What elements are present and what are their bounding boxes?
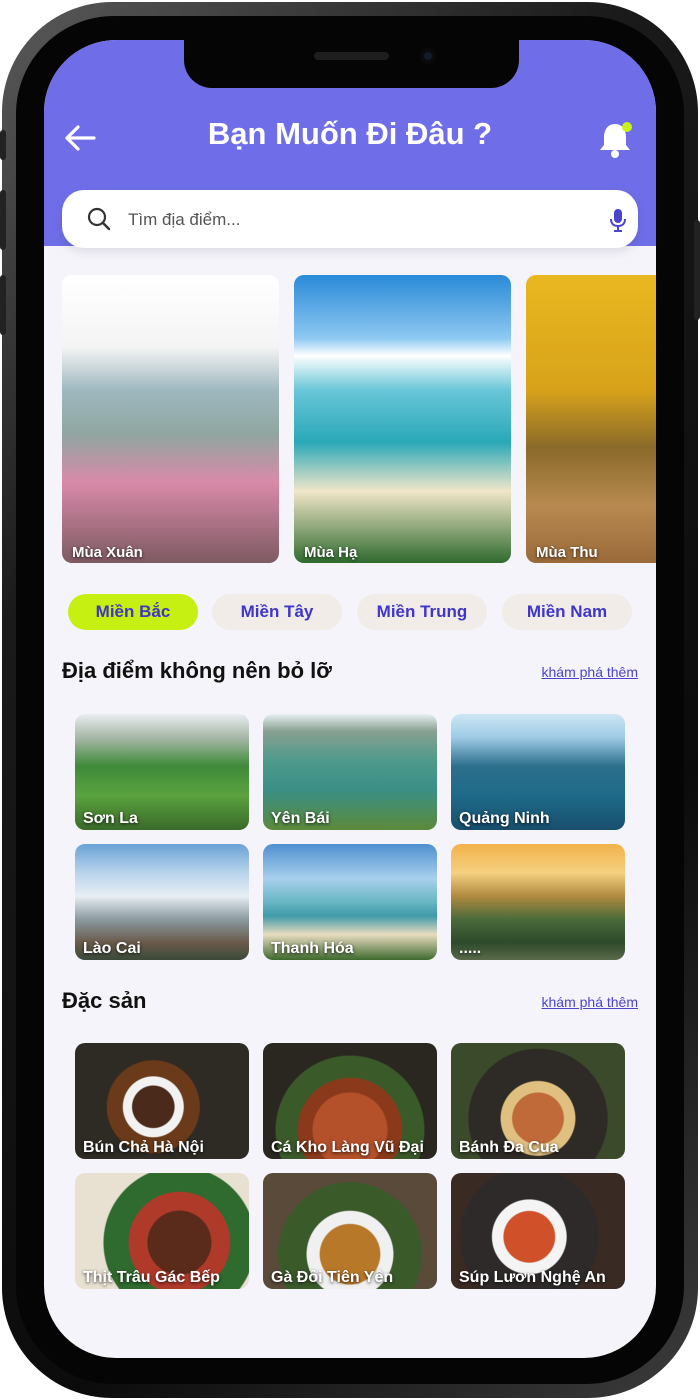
places-section-title: Địa điểm không nên bỏ lỡ: [62, 658, 332, 683]
speaker-grille: [314, 52, 389, 60]
food-tile-banh-da-cua[interactable]: Bánh Đa Cua: [451, 1043, 625, 1159]
region-chip-mien-nam[interactable]: Miền Nam: [502, 594, 632, 630]
food-label: Bánh Đa Cua: [459, 1139, 559, 1156]
place-label: Quảng Ninh: [459, 810, 550, 827]
season-label: Mùa Xuân: [72, 544, 143, 561]
place-label: Thanh Hóa: [271, 940, 354, 957]
place-tile-son-la[interactable]: Sơn La: [75, 714, 249, 830]
place-tile-quang-ninh[interactable]: Quảng Ninh: [451, 714, 625, 830]
season-label: Mùa Hạ: [304, 544, 358, 561]
place-label: Yên Bái: [271, 810, 330, 827]
food-label: Gà Đồi Tiên Yên: [271, 1269, 394, 1286]
place-label: Lào Cai: [83, 940, 141, 957]
place-tile-thanh-hoa[interactable]: Thanh Hóa: [263, 844, 437, 960]
food-label: Thịt Trâu Gác Bếp: [83, 1269, 220, 1286]
microphone-icon[interactable]: [608, 207, 628, 233]
season-card-summer[interactable]: Mùa Hạ: [294, 275, 511, 563]
food-tile-ga-doi[interactable]: Gà Đồi Tiên Yên: [263, 1173, 437, 1289]
food-section-title: Đặc sản: [62, 988, 147, 1013]
page-title: Bạn Muốn Đi Đâu ?: [207, 116, 493, 151]
food-label: Bún Chả Hà Nội: [83, 1139, 204, 1156]
season-label: Mùa Thu: [536, 544, 598, 561]
food-tile-bun-cha[interactable]: Bún Chả Hà Nội: [75, 1043, 249, 1159]
season-card-autumn[interactable]: Mùa Thu: [526, 275, 656, 563]
phone-volume-up: [0, 190, 6, 250]
place-label: Sơn La: [83, 810, 138, 827]
notification-dot: [622, 122, 632, 132]
search-input[interactable]: [126, 190, 590, 250]
phone-power-button: [694, 220, 700, 320]
region-chip-mien-bac[interactable]: Miền Bắc: [68, 594, 198, 630]
front-camera: [420, 48, 436, 64]
place-label: .....: [459, 940, 482, 957]
phone-volume-down: [0, 275, 6, 335]
place-tile-lao-cai[interactable]: Lào Cai: [75, 844, 249, 960]
region-chip-mien-tay[interactable]: Miền Tây: [212, 594, 342, 630]
food-tile-ca-kho[interactable]: Cá Kho Làng Vũ Đại: [263, 1043, 437, 1159]
place-tile-yen-bai[interactable]: Yên Bái: [263, 714, 437, 830]
app-screen: Bạn Muốn Đi Đâu ? Mùa Xuân Mùa Hạ Mùa Th…: [44, 40, 656, 1358]
region-chip-mien-trung[interactable]: Miền Trung: [357, 594, 487, 630]
food-label: Súp Lươn Nghệ An: [459, 1269, 606, 1286]
phone-side-button: [0, 130, 6, 160]
food-tile-sup-luon[interactable]: Súp Lươn Nghệ An: [451, 1173, 625, 1289]
places-more-link[interactable]: khám phá thêm: [542, 664, 639, 680]
food-label: Cá Kho Làng Vũ Đại: [271, 1139, 424, 1156]
place-tile-more[interactable]: .....: [451, 844, 625, 960]
search-icon: [87, 207, 111, 231]
food-more-link[interactable]: khám phá thêm: [542, 994, 639, 1010]
search-bar: [62, 190, 638, 250]
season-card-spring[interactable]: Mùa Xuân: [62, 275, 279, 563]
food-tile-thit-trau[interactable]: Thịt Trâu Gác Bếp: [75, 1173, 249, 1289]
phone-notch: [184, 40, 519, 88]
